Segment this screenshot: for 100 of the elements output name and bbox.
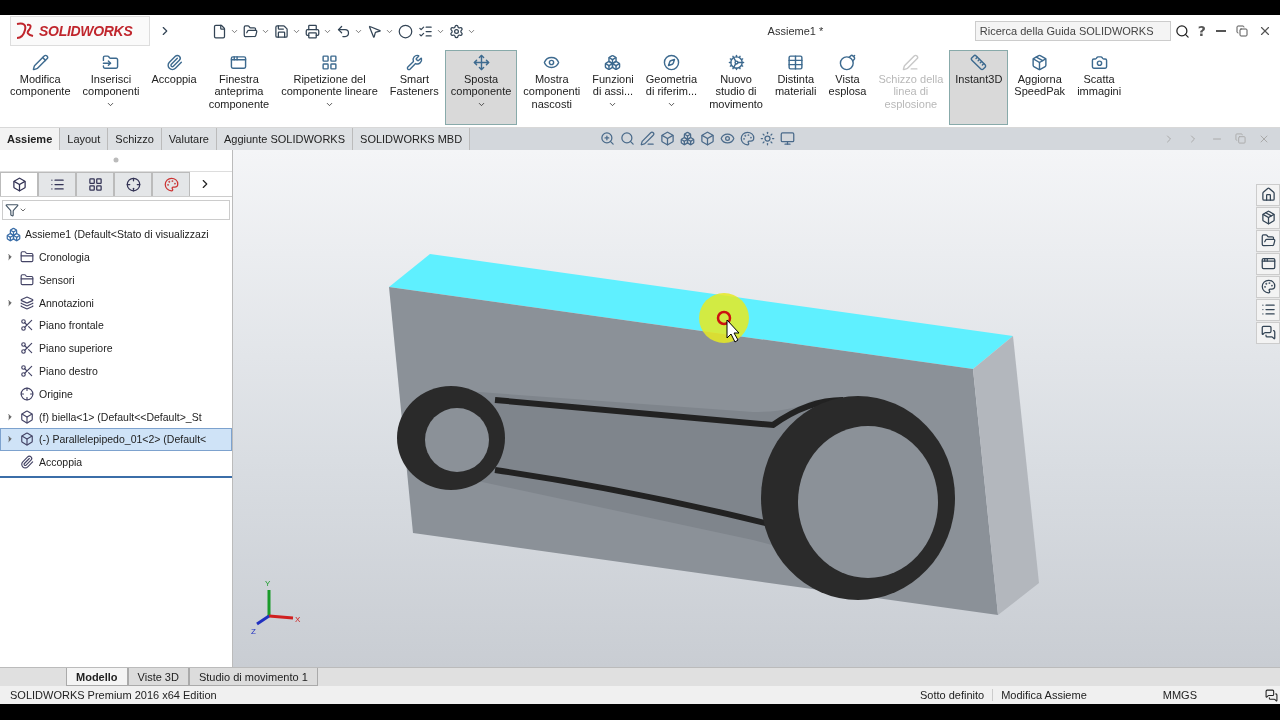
table-icon	[787, 53, 805, 71]
grid-icon	[321, 53, 339, 71]
tree-item[interactable]: Accoppia	[0, 450, 232, 474]
dimxpert-tab[interactable]	[114, 171, 152, 196]
ribbon-button[interactable]: Instant3D	[949, 49, 1009, 125]
ribbon-button[interactable]: Mostra componenti nascosti	[517, 49, 587, 125]
tree-item[interactable]: (f) biella<1> (Default<<Default>_St	[0, 405, 232, 428]
tree-item[interactable]: Sensori	[0, 268, 232, 292]
tree-item[interactable]: Assieme1 (Default<Stato di visualizzazi	[25, 228, 209, 241]
assembly-icon	[5, 226, 21, 243]
ruler-icon	[970, 53, 988, 71]
origin-icon	[19, 385, 35, 402]
logo-text: SOLIDWORKS	[39, 23, 133, 40]
list-icon	[49, 176, 65, 192]
help-search-field[interactable]: Ricerca della Guida SOLIDWORKS	[974, 21, 1171, 42]
ribbon-button[interactable]: Modifica componente	[4, 49, 77, 125]
ribbon-button[interactable]: Distinta materiali	[768, 49, 823, 125]
minimize-icon	[1216, 30, 1226, 33]
save-icon[interactable]	[272, 22, 290, 41]
property-tab[interactable]	[38, 171, 76, 196]
expand-arrow-icon[interactable]	[5, 252, 15, 262]
view-tab[interactable]: Modello	[66, 668, 128, 687]
ribbon-button[interactable]: Finestra anteprima componente	[202, 49, 276, 125]
part-icon	[19, 431, 35, 448]
pencil-icon	[31, 53, 49, 71]
print-icon[interactable]	[303, 22, 321, 41]
folder-icon	[19, 249, 35, 265]
move-icon	[472, 53, 490, 71]
ribbon-button[interactable]: Scatta immagini	[1071, 49, 1128, 125]
ribbon-button[interactable]: Accoppia	[145, 49, 203, 125]
bomb-icon	[838, 53, 856, 71]
zoom-area-icon[interactable]	[620, 131, 636, 147]
library-icon[interactable]	[1256, 206, 1280, 229]
expand-arrow-icon[interactable]	[5, 297, 15, 308]
status-text: Sotto definito	[918, 689, 986, 702]
ribbon-button[interactable]: Smart Fasteners	[383, 49, 445, 125]
folder-icon[interactable]	[1256, 229, 1280, 252]
appearance-icon[interactable]	[740, 131, 756, 147]
command-tab[interactable]: Assieme	[0, 127, 61, 150]
ribbon-button[interactable]: Ripetizione del componente lineare	[275, 49, 384, 125]
search-icon[interactable]	[1174, 23, 1190, 39]
section-view-icon[interactable]	[660, 131, 676, 147]
axis-label: Z	[251, 626, 256, 636]
ribbon-button[interactable]: Aggiorna SpeedPak	[1008, 49, 1072, 125]
configuration-tab[interactable]	[76, 171, 114, 196]
axis-triad-drawing	[256, 589, 294, 626]
scene-icon[interactable]	[760, 131, 776, 147]
ribbon-button[interactable]: Geometria di riferim...	[639, 49, 704, 125]
cube-icon	[11, 176, 27, 192]
mode-text: Modifica Assieme	[992, 689, 1095, 702]
eye-icon[interactable]	[720, 131, 736, 147]
feature-tree-tab[interactable]	[0, 171, 38, 196]
view-tab[interactable]: Studio di movimento 1	[188, 668, 318, 687]
grip-icon[interactable]	[113, 157, 119, 164]
command-tab[interactable]: Layout	[60, 127, 109, 150]
cursor-highlight-icon	[697, 290, 751, 345]
command-tab[interactable]: Schizzo	[108, 127, 162, 150]
view-orientation-icon[interactable]	[680, 131, 696, 147]
view-palette-icon[interactable]	[1256, 252, 1280, 275]
expand-arrow-icon[interactable]	[5, 411, 15, 422]
properties-icon[interactable]	[1256, 298, 1280, 321]
selected-tree-item[interactable]: (-) Parallelepipedo_01<2> (Default<	[0, 427, 232, 451]
tree-item[interactable]: Origine	[0, 382, 232, 406]
ribbon-button[interactable]: Sposta componente	[444, 49, 518, 125]
ds-logo-icon	[15, 22, 35, 41]
ribbon-button[interactable]: Funzioni di assi...	[586, 49, 640, 125]
tree-item[interactable]: Piano destro	[0, 359, 232, 383]
expand-arrow-icon[interactable]	[5, 434, 15, 445]
view-tab[interactable]: Viste 3D	[127, 668, 189, 687]
ribbon-button[interactable]: Inserisci componenti	[76, 49, 146, 125]
zoom-icon[interactable]	[600, 131, 616, 147]
restore-button[interactable]	[1234, 23, 1250, 40]
ribbon-button[interactable]: Nuovo studio di movimento	[703, 49, 769, 125]
graphics-area[interactable]: Y X Z	[233, 149, 1280, 668]
monitor-icon[interactable]	[780, 131, 796, 147]
command-tab[interactable]: SOLIDWORKS MBD	[353, 127, 471, 150]
chat-icon[interactable]	[1265, 688, 1278, 702]
settings-icon[interactable]	[447, 22, 465, 41]
grid-icon	[87, 176, 103, 192]
tree-item[interactable]: Annotazioni	[0, 291, 232, 314]
paperclip-icon	[19, 454, 35, 471]
gear-icon	[727, 53, 745, 71]
camera-icon	[1090, 53, 1108, 71]
tree-item[interactable]: Piano frontale	[0, 314, 232, 337]
tree-item[interactable]: Cronologia	[0, 245, 232, 269]
axis-label: Y	[265, 578, 271, 588]
appearance-tab[interactable]	[152, 171, 190, 196]
help-button[interactable]: ?	[1195, 23, 1208, 40]
pen-icon[interactable]	[640, 131, 656, 147]
folder-icon	[102, 53, 120, 71]
window-title: Assieme1 *	[766, 25, 824, 38]
ribbon-button[interactable]: Vista esplosa	[822, 49, 873, 125]
folder-icon	[19, 271, 35, 288]
package-icon	[1031, 53, 1049, 71]
home-icon[interactable]	[1256, 183, 1280, 206]
tree-item[interactable]: Piano superiore	[0, 336, 232, 360]
units-button[interactable]: MMGS	[1154, 689, 1205, 702]
display-style-icon[interactable]	[700, 131, 716, 147]
filter-field[interactable]	[2, 199, 230, 220]
forum-icon[interactable]	[1256, 321, 1280, 344]
